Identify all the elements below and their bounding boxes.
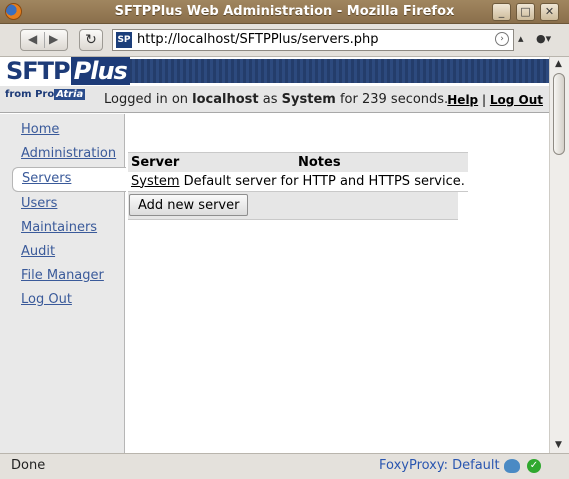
foxyproxy-icon[interactable] — [504, 459, 520, 473]
sidebar-item-servers[interactable]: Servers — [12, 167, 126, 192]
logo-text: SFTP — [6, 57, 71, 85]
back-forward-group: ◀ ▶ — [20, 29, 68, 51]
login-as: as — [262, 92, 278, 107]
sidebar-item-audit[interactable]: Audit — [21, 244, 55, 259]
login-host: localhost — [192, 92, 259, 107]
vertical-scrollbar[interactable]: ▲ ▼ — [549, 57, 569, 453]
logo-wordmark: SFTP Plus — [6, 57, 130, 85]
logo-from: from Pro Atria — [5, 89, 86, 100]
link-separator: | — [481, 93, 487, 107]
window-title: SFTPPlus Web Administration - Mozilla Fi… — [114, 4, 455, 19]
header-links: Help | Log Out — [447, 93, 543, 107]
column-header-server: Server — [128, 152, 295, 172]
minimize-button[interactable]: _ — [492, 3, 511, 21]
sidebar-item-home[interactable]: Home — [21, 122, 59, 137]
server-row-cell: System Default server for HTTP and HTTPS… — [128, 171, 468, 192]
close-button[interactable]: ✕ — [540, 3, 559, 21]
window-titlebar: SFTPPlus Web Administration - Mozilla Fi… — [0, 0, 569, 24]
reload-icon[interactable]: ↻ — [79, 29, 103, 51]
logo-brand-a: Pro — [35, 89, 55, 100]
url-bar[interactable]: SP http://localhost/SFTPPlus/servers.php… — [112, 29, 514, 51]
header-banner — [123, 59, 549, 83]
sidebar-item-users[interactable]: Users — [21, 196, 57, 211]
navigation-toolbar: ◀ ▶ ↻ SP http://localhost/SFTPPlus/serve… — [0, 24, 569, 57]
logo-brand-b: Atria — [54, 89, 86, 100]
table-header-row: Server Notes — [128, 152, 468, 172]
divider — [44, 32, 45, 48]
scroll-down-icon[interactable]: ▼ — [555, 440, 562, 450]
status-bar: Done FoxyProxy: Default ✓ — [0, 453, 569, 479]
back-arrow-icon[interactable]: ◀ — [28, 32, 37, 46]
go-icon[interactable]: › — [495, 32, 509, 46]
table-row: System Default server for HTTP and HTTPS… — [128, 171, 468, 192]
foxyproxy-status[interactable]: FoxyProxy: Default — [379, 458, 500, 473]
page-header: SFTP Plus from Pro Atria Logged in on loca… — [0, 57, 549, 114]
site-favicon-icon: SP — [116, 32, 132, 48]
login-duration: for 239 seconds. — [339, 92, 449, 107]
sidebar-item-file-manager[interactable]: File Manager — [21, 268, 104, 283]
check-icon: ✓ — [527, 459, 541, 473]
add-new-server-button[interactable]: Add new server — [129, 194, 249, 216]
servers-panel: Server Notes System Default server for H… — [128, 152, 468, 220]
scroll-up-icon[interactable]: ▲ — [555, 59, 562, 69]
server-notes: Default server for HTTP and HTTPS servic… — [183, 173, 465, 189]
extension-menu-icon[interactable]: ●▾ — [536, 32, 551, 45]
sidebar-item-administration[interactable]: Administration — [21, 146, 116, 161]
forward-arrow-icon[interactable]: ▶ — [49, 32, 58, 46]
login-user: System — [281, 92, 336, 107]
server-link-system[interactable]: System — [131, 174, 179, 189]
maximize-button[interactable]: □ — [516, 3, 535, 21]
sidebar-nav: Home Administration Servers Users Mainta… — [0, 114, 126, 453]
login-prefix: Logged in on — [104, 92, 189, 107]
column-header-notes: Notes — [295, 152, 468, 172]
status-text: Done — [11, 458, 46, 473]
logo-from-text: from — [5, 89, 32, 100]
sidebar-item-maintainers[interactable]: Maintainers — [21, 220, 97, 235]
sidebar-item-log-out[interactable]: Log Out — [21, 292, 72, 307]
url-text[interactable]: http://localhost/SFTPPlus/servers.php — [137, 32, 378, 47]
login-status: Logged in on localhost as System for 239… — [104, 92, 448, 107]
logout-link[interactable]: Log Out — [490, 93, 543, 107]
help-link[interactable]: Help — [447, 93, 478, 107]
servers-table: Server Notes System Default server for H… — [128, 152, 468, 192]
bookmark-dropdown-icon[interactable]: ▴ — [518, 32, 524, 45]
logo-plus: Plus — [70, 57, 130, 85]
scrollbar-thumb[interactable] — [553, 73, 565, 155]
table-actions: Add new server — [128, 192, 458, 220]
page-viewport: SFTP Plus from Pro Atria Logged in on loca… — [0, 57, 549, 453]
